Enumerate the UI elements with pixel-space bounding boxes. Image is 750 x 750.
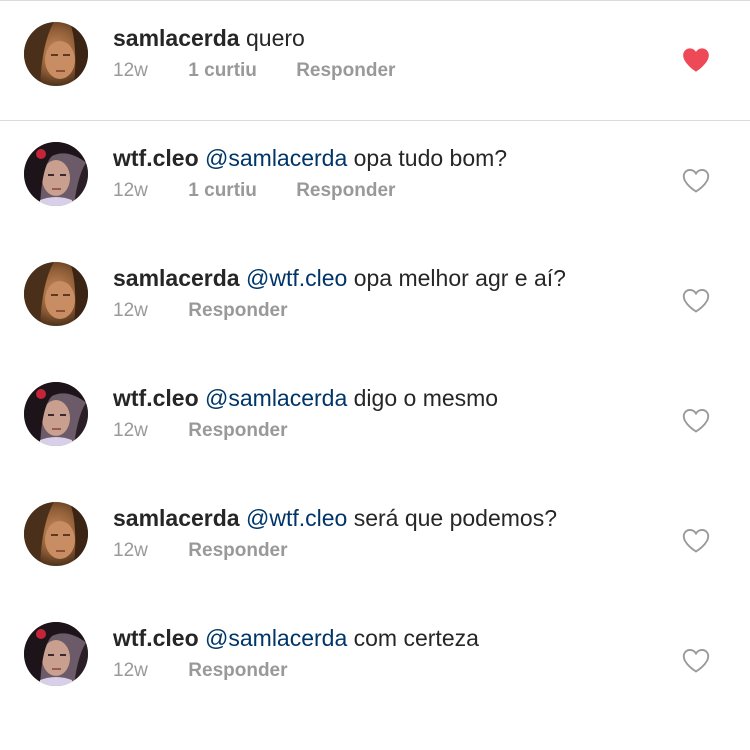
comment-message: será que podemos? [353, 505, 558, 531]
comment-item: wtf.cleo @samlacerda digo o mesmo 12w Re… [0, 360, 750, 460]
heart-outline-icon[interactable] [682, 168, 710, 194]
comment-text: samlacerda @wtf.cleo opa melhor agr e aí… [113, 262, 566, 294]
comment-meta: 12w 1 curtiu Responder [113, 178, 507, 204]
comment-message: digo o mesmo [353, 385, 499, 411]
comments-screen: samlacerda quero 12w 1 curtiu Responder [0, 0, 750, 750]
comment-body: wtf.cleo @samlacerda opa tudo bom? 12w 1… [113, 142, 507, 204]
comment-timestamp: 12w [113, 660, 148, 681]
heart-outline-icon[interactable] [682, 408, 710, 434]
avatar-samlacerda[interactable] [24, 502, 88, 566]
comment-username[interactable]: wtf.cleo [113, 385, 199, 411]
comment-timestamp: 12w [113, 300, 148, 321]
comment-text: samlacerda @wtf.cleo será que podemos? [113, 502, 557, 534]
comment-body: samlacerda @wtf.cleo será que podemos? 1… [113, 502, 557, 564]
avatar-wtf-cleo[interactable] [24, 622, 88, 686]
comment-item: samlacerda @wtf.cleo será que podemos? 1… [0, 480, 750, 580]
comment-meta: 12w Responder [113, 298, 566, 324]
comment-meta: 12w Responder [113, 538, 557, 564]
comment-item: wtf.cleo @samlacerda com certeza 12w Res… [0, 600, 750, 700]
comment-body: samlacerda @wtf.cleo opa melhor agr e aí… [113, 262, 566, 324]
avatar-samlacerda[interactable] [24, 262, 88, 326]
comment-username[interactable]: samlacerda [113, 25, 240, 51]
heart-outline-icon[interactable] [682, 648, 710, 674]
avatar-samlacerda[interactable] [24, 22, 88, 86]
comment-username[interactable]: wtf.cleo [113, 625, 199, 651]
reply-button[interactable]: Responder [188, 658, 287, 684]
comment-text: wtf.cleo @samlacerda opa tudo bom? [113, 142, 507, 174]
heart-outline-icon[interactable] [682, 528, 710, 554]
comment-likes-count[interactable]: 1 curtiu [188, 58, 257, 84]
comment-mention[interactable]: @samlacerda [205, 385, 347, 411]
comment-text: samlacerda quero [113, 22, 395, 54]
comment-meta: 12w Responder [113, 418, 498, 444]
heart-outline-icon[interactable] [682, 288, 710, 314]
comment-username[interactable]: samlacerda [113, 505, 240, 531]
comment-text: wtf.cleo @samlacerda digo o mesmo [113, 382, 498, 414]
comment-username[interactable]: wtf.cleo [113, 145, 199, 171]
avatar-wtf-cleo[interactable] [24, 142, 88, 206]
comment-mention[interactable]: @wtf.cleo [246, 265, 347, 291]
comment-timestamp: 12w [113, 180, 148, 201]
comment-message: opa melhor agr e aí? [353, 265, 566, 291]
heart-filled-icon[interactable] [682, 47, 710, 73]
comment-item: samlacerda quero 12w 1 curtiu Responder [0, 0, 750, 100]
comment-mention[interactable]: @samlacerda [205, 145, 347, 171]
reply-button[interactable]: Responder [188, 538, 287, 564]
reply-button[interactable]: Responder [296, 58, 395, 84]
comment-timestamp: 12w [113, 60, 148, 81]
comment-meta: 12w Responder [113, 658, 479, 684]
comment-mention[interactable]: @wtf.cleo [246, 505, 347, 531]
comment-message: opa tudo bom? [353, 145, 508, 171]
comment-text: wtf.cleo @samlacerda com certeza [113, 622, 479, 654]
comment-item: samlacerda @wtf.cleo opa melhor agr e aí… [0, 240, 750, 340]
comment-meta: 12w 1 curtiu Responder [113, 58, 395, 84]
comment-timestamp: 12w [113, 420, 148, 441]
comment-mention[interactable]: @samlacerda [205, 625, 347, 651]
comment-body: wtf.cleo @samlacerda digo o mesmo 12w Re… [113, 382, 498, 444]
reply-button[interactable]: Responder [296, 178, 395, 204]
reply-button[interactable]: Responder [188, 418, 287, 444]
reply-button[interactable]: Responder [188, 298, 287, 324]
comment-message: quero [245, 25, 305, 51]
comment-username[interactable]: samlacerda [113, 265, 240, 291]
comment-body: samlacerda quero 12w 1 curtiu Responder [113, 22, 395, 84]
avatar-wtf-cleo[interactable] [24, 382, 88, 446]
comment-timestamp: 12w [113, 540, 148, 561]
comment-item: wtf.cleo @samlacerda opa tudo bom? 12w 1… [0, 120, 750, 220]
comment-likes-count[interactable]: 1 curtiu [188, 178, 257, 204]
comment-body: wtf.cleo @samlacerda com certeza 12w Res… [113, 622, 479, 684]
comment-message: com certeza [353, 625, 479, 651]
